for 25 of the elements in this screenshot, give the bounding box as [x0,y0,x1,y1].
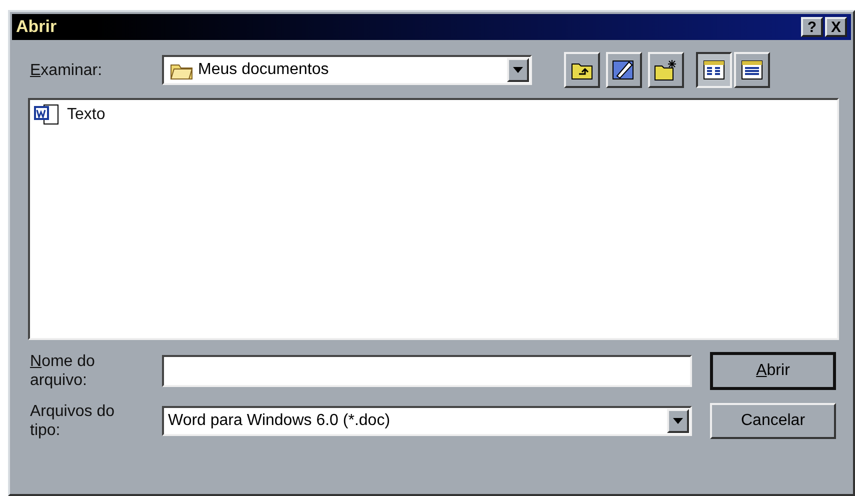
list-view-button[interactable] [696,52,732,88]
cancel-button[interactable]: Cancelar [710,403,836,439]
file-name-field[interactable] [162,355,692,387]
new-folder-icon [654,59,678,81]
file-type-dropdown[interactable]: Word para Windows 6.0 (*.doc) [162,406,692,436]
file-type-label: Arquivos do tipo: [30,402,116,440]
help-button[interactable]: ? [801,17,823,37]
look-in-dropdown[interactable]: Meus documentos [162,55,532,85]
file-name-label: Nome do arquivo: [30,352,96,390]
list-view-icon [703,60,725,80]
dropdown-arrow-icon [673,418,683,424]
look-in-label: Examinar: [30,60,104,80]
dropdown-button[interactable] [507,58,529,82]
dropdown-button[interactable] [667,409,689,433]
new-folder-button[interactable] [648,52,684,88]
window-title: Abrir [16,17,58,37]
up-folder-button[interactable] [564,52,600,88]
folder-pen-icon [612,58,636,82]
dropdown-arrow-icon [513,67,523,73]
open-button[interactable]: Abrir [710,352,836,390]
file-item[interactable]: Texto [34,104,106,126]
favorites-button[interactable] [606,52,642,88]
details-view-icon [741,60,763,80]
details-view-button[interactable] [734,52,770,88]
close-button[interactable]: X [825,17,847,37]
